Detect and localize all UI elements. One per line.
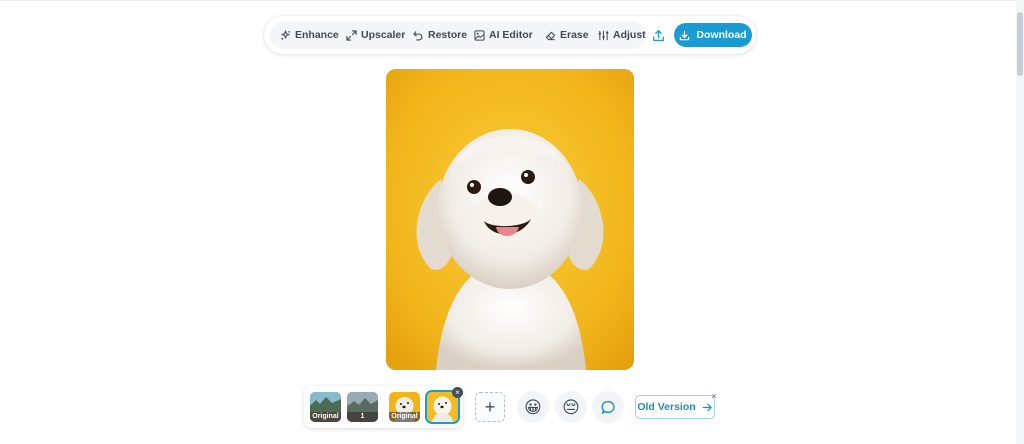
thumbnail-original-dog[interactable]: Original [389,392,420,422]
sad-face-icon: 😔 [562,397,580,417]
add-image-button[interactable]: + [475,392,505,422]
tool-adjust[interactable]: Adjust [598,21,646,49]
dog-photo [386,69,634,370]
arrow-right-icon [702,403,712,411]
feedback-comment-button[interactable] [592,391,624,423]
thumbnail-label: 1 [347,412,378,422]
tool-ai-editor[interactable]: AI Editor [474,21,533,49]
tool-restore-label: Restore [428,29,468,41]
edited-image-canvas[interactable] [386,69,634,370]
tool-adjust-label: Adjust [613,29,646,41]
tool-ai-editor-label: AI Editor [489,29,533,41]
editor-toolbar: Enhance Upscaler Restore AI Editor Erase… [264,16,756,54]
top-border [0,0,1024,1]
download-icon [680,30,690,40]
feedback-sad-button[interactable]: 😔 [555,391,587,423]
tool-enhance[interactable]: Enhance [280,21,339,49]
thumbnail-label: Original [389,412,420,422]
thumbnail-version-1[interactable]: 1 [347,392,378,422]
upload-icon [652,29,664,41]
chat-bubble-icon [600,400,615,414]
eraser-icon [545,31,556,40]
thumbnail-original-landscape[interactable]: Original [310,392,341,422]
tool-group: Enhance Upscaler Restore AI Editor Erase… [270,21,646,49]
feedback-happy-button[interactable]: 😀 [517,391,549,423]
image-edit-icon [474,29,485,41]
scrollbar-thumb[interactable] [1017,12,1023,76]
download-button[interactable]: Download [674,23,752,47]
sparkles-icon [281,29,290,40]
remove-thumbnail-button[interactable]: × [452,387,463,398]
tool-upscaler[interactable]: Upscaler [346,21,405,49]
tool-upscaler-label: Upscaler [361,29,406,41]
happy-face-icon: 😀 [524,397,542,417]
tool-erase-label: Erase [560,29,589,41]
undo-icon [413,30,423,40]
tool-restore[interactable]: Restore [413,21,467,49]
sliders-icon [598,30,609,40]
close-old-version-icon[interactable]: × [709,391,719,401]
tool-erase[interactable]: Erase [545,21,589,49]
scrollbar-track[interactable] [1016,0,1024,444]
download-label: Download [696,29,747,41]
thumbnail-label: Original [310,412,341,422]
old-version-button[interactable]: Old Version [635,395,715,419]
version-thumbnail-tray: Original 1 Original [304,386,463,428]
upload-button[interactable] [648,25,668,45]
old-version-label: Old Version [637,401,696,413]
expand-arrows-icon [346,29,357,41]
tool-enhance-label: Enhance [295,29,339,41]
